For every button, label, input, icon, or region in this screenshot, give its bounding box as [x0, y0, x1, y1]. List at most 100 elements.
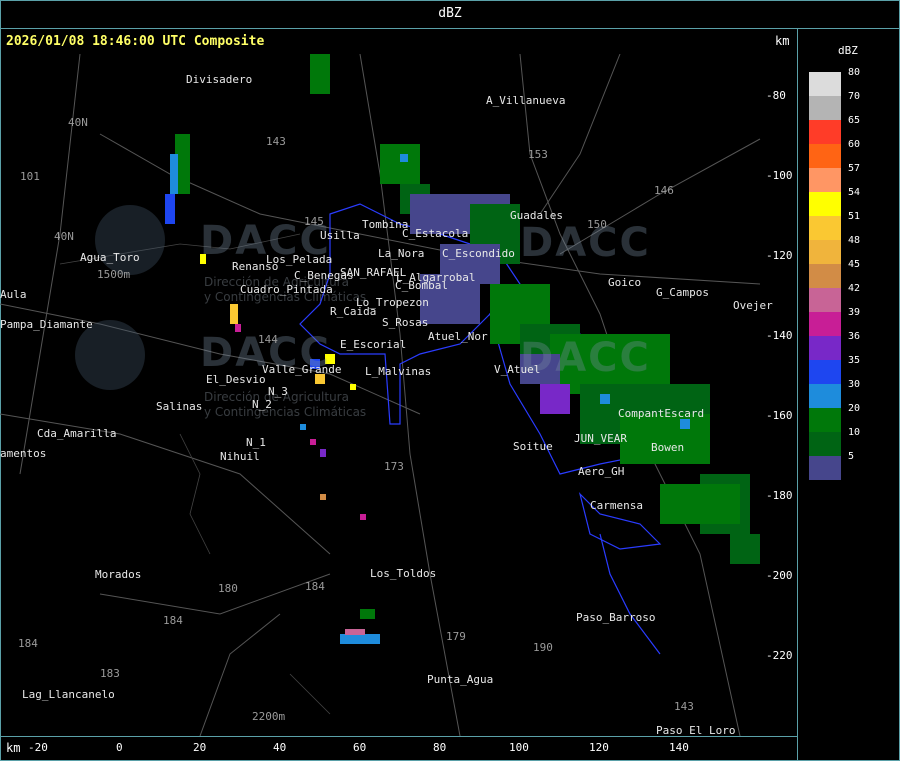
radar-canvas[interactable]: [0, 54, 766, 736]
x-tick-label: 140: [669, 741, 689, 754]
y-tick-label: -200: [766, 569, 793, 582]
legend-label-57: 57: [848, 163, 861, 174]
y-tick-label: -180: [766, 489, 793, 502]
y-tick-label: -220: [766, 649, 793, 662]
km-unit-top: km: [775, 34, 790, 48]
route-label: 173: [384, 460, 404, 473]
route-label: 190: [533, 641, 553, 654]
place-label: Renanso: [232, 260, 279, 273]
legend-swatch-60: [809, 144, 841, 168]
route-label: 2200m: [252, 710, 286, 723]
route-label: 143: [266, 135, 286, 148]
watermark-subtitle: y Contingencias Climáticas: [204, 405, 367, 419]
route-label: 145: [304, 215, 324, 228]
place-label: Soitue: [513, 440, 553, 453]
y-tick-label: -160: [766, 409, 793, 422]
color-legend: [809, 72, 841, 480]
legend-label-70: 70: [848, 91, 861, 102]
legend-label-39: 39: [848, 307, 861, 318]
place-label: Aero_GH: [578, 465, 625, 478]
x-axis-line: [0, 736, 797, 737]
legend-label-5: 5: [848, 451, 855, 462]
y-tick-label: -140: [766, 329, 793, 342]
route-label: 40N: [68, 116, 88, 129]
window-title: dBZ: [438, 6, 462, 21]
place-label: Valle_Grande: [262, 363, 342, 376]
route-label: 184: [305, 580, 325, 593]
title-bar: dBZ: [0, 0, 900, 29]
legend-label-20: 20: [848, 403, 861, 414]
place-label: C_Bombal: [395, 279, 448, 292]
place-label: Bowen: [651, 441, 685, 454]
place-label: Divisadero: [186, 73, 253, 86]
legend-swatch-70: [809, 96, 841, 120]
x-tick-label: 20: [193, 741, 207, 754]
legend-label-36: 36: [848, 331, 861, 342]
place-label: Usilla: [320, 229, 360, 242]
legend-swatch-36: [809, 336, 841, 360]
route-label: 183: [100, 667, 120, 680]
place-label: Aula: [0, 288, 27, 301]
legend-swatch-48: [809, 240, 841, 264]
route-label: 143: [674, 700, 694, 713]
legend-label-10: 10: [848, 427, 861, 438]
place-label: Salinas: [156, 400, 203, 413]
x-tick-label: 120: [589, 741, 609, 754]
legend-swatch-80: [809, 72, 841, 96]
legend-swatch-57: [809, 168, 841, 192]
place-label: G_Campos: [656, 286, 709, 299]
route-label: 1500m: [97, 268, 131, 281]
route-label: 146: [654, 184, 674, 197]
legend-swatch-42: [809, 288, 841, 312]
legend-swatch-30: [809, 384, 841, 408]
route-label: 144: [258, 333, 278, 346]
place-label: V_Atuel: [494, 363, 541, 376]
legend-label-65: 65: [848, 115, 861, 126]
route-label: 179: [446, 630, 466, 643]
place-label: Los_Toldos: [370, 567, 437, 580]
km-unit-bottom: km: [6, 741, 21, 755]
route-label: 184: [18, 637, 38, 650]
place-label: Nihuil: [220, 450, 260, 463]
place-label: La_Nora: [378, 247, 425, 260]
place-label: Atuel_Nor: [428, 330, 488, 343]
place-label: N_3: [268, 385, 288, 398]
legend-label-54: 54: [848, 187, 861, 198]
place-label: Agua_Toro: [80, 251, 140, 264]
legend-label-42: 42: [848, 283, 861, 294]
legend-label-48: 48: [848, 235, 861, 246]
place-label: Punta_Agua: [427, 673, 494, 686]
place-label: JUN_VEAR: [574, 432, 627, 445]
route-label: 184: [163, 614, 183, 627]
x-tick-label: 100: [509, 741, 529, 754]
y-tick-label: -120: [766, 249, 793, 262]
x-tick-label: 0: [116, 741, 123, 754]
legend-swatch-10: [809, 432, 841, 456]
route-label: 101: [20, 170, 40, 183]
place-label: El_Desvio: [206, 373, 266, 386]
x-tick-label: 80: [433, 741, 447, 754]
legend-swatch-20: [809, 408, 841, 432]
place-label: C_Escondido: [442, 247, 515, 260]
timestamp-label: 2026/01/08 18:46:00 UTC Composite: [6, 34, 265, 49]
place-label: A_Villanueva: [486, 94, 566, 107]
place-label: N_2: [252, 398, 272, 411]
y-tick-label: -100: [766, 169, 793, 182]
legend-label-60: 60: [848, 139, 861, 150]
place-label: amentos: [0, 447, 47, 460]
route-label: 150: [587, 218, 607, 231]
legend-swatch-51: [809, 216, 841, 240]
legend-swatch-35: [809, 360, 841, 384]
legend-label-80: 80: [848, 67, 861, 78]
place-label: Paso_Barroso: [576, 611, 656, 624]
route-label: 180: [218, 582, 238, 595]
route-label: 40N: [54, 230, 74, 243]
place-label: Carmensa: [590, 499, 643, 512]
place-label: C_Estacola: [402, 227, 469, 240]
place-label: Guadales: [510, 209, 563, 222]
x-tick-label: -20: [28, 741, 48, 754]
river-lines: [59, 233, 331, 715]
place-label: S_Rosas: [382, 316, 429, 329]
x-tick-label: 40: [273, 741, 287, 754]
place-label: Ovejer: [733, 299, 773, 312]
